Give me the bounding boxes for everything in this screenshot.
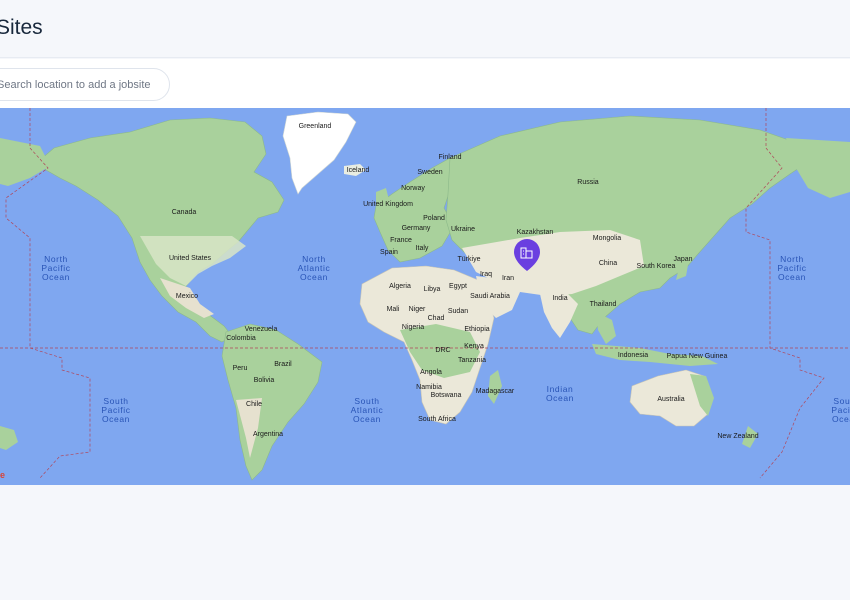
location-search[interactable] xyxy=(0,68,170,101)
country-label: Iran xyxy=(502,275,514,282)
ocean-label: North Atlantic Ocean xyxy=(298,254,331,282)
map-attribution-mark: e xyxy=(0,470,6,480)
country-label: Chad xyxy=(428,315,445,322)
country-label: Madagascar xyxy=(476,388,515,395)
country-label: United Kingdom xyxy=(363,201,413,208)
country-label: China xyxy=(599,260,617,267)
country-label: Kazakhstan xyxy=(517,229,554,236)
country-label: Spain xyxy=(380,249,398,256)
ocean-label: North Pacific Ocean xyxy=(41,254,70,282)
ocean-label: Indian Ocean xyxy=(546,384,574,403)
country-label: South Korea xyxy=(637,263,676,270)
country-label: Angola xyxy=(420,369,442,376)
search-toolbar xyxy=(0,59,850,108)
country-label: Russia xyxy=(577,179,599,186)
country-label: Botswana xyxy=(431,392,462,399)
country-label: Ethiopia xyxy=(464,326,489,333)
content-area-empty xyxy=(0,485,850,600)
country-label: South Africa xyxy=(418,416,456,423)
country-label: Namibia xyxy=(416,384,442,391)
country-label: Sweden xyxy=(417,169,442,176)
ocean-label: SouthPacificOcean xyxy=(101,396,130,424)
ocean-label: North Pacific Ocean xyxy=(777,254,806,282)
country-label: Sudan xyxy=(448,308,468,315)
country-label: Peru xyxy=(233,365,248,372)
ocean-label: South Atlantic Ocean xyxy=(351,396,384,424)
country-label: Germany xyxy=(402,225,431,232)
sites-page: Sites Search location to add a jobsite G… xyxy=(0,0,850,600)
country-label: New Zealand xyxy=(717,433,758,440)
country-label: Niger xyxy=(409,306,426,313)
country-label: Libya xyxy=(424,286,441,293)
country-label: Indonesia xyxy=(618,352,648,359)
country-label: India xyxy=(552,295,567,302)
country-label: Colombia xyxy=(226,335,256,342)
country-label: Australia xyxy=(657,396,684,403)
world-map[interactable]: Greenland Finland Iceland Sweden Norway Russi… xyxy=(0,108,850,485)
country-label: Thailand xyxy=(590,301,617,308)
ocean-label: SouthPacificOcean xyxy=(831,396,850,424)
country-label: Nigeria xyxy=(402,324,424,331)
location-search-input[interactable] xyxy=(0,76,165,94)
country-label: Saudi Arabia xyxy=(470,293,510,300)
country-label: Greenland xyxy=(299,123,332,130)
country-label: Argentina xyxy=(253,431,283,438)
country-label: Italy xyxy=(416,245,429,252)
country-label: DRC xyxy=(435,347,450,354)
country-label: Venezuela xyxy=(245,326,278,333)
country-label: Egypt xyxy=(449,283,467,290)
country-label: Mali xyxy=(387,306,400,313)
country-label: Tanzania xyxy=(458,357,486,364)
country-label: Bolivia xyxy=(254,377,275,384)
country-label: United States xyxy=(169,255,212,262)
country-label: Brazil xyxy=(274,361,292,368)
country-label: Mexico xyxy=(176,293,198,300)
country-label: France xyxy=(390,237,412,244)
country-label: Canada xyxy=(172,209,197,216)
country-label: Chile xyxy=(246,401,262,408)
country-label: Ukraine xyxy=(451,226,475,233)
map-canvas[interactable]: Greenland Finland Iceland Sweden Norway Russi… xyxy=(0,108,850,485)
country-label: Poland xyxy=(423,215,445,222)
country-label: Mongolia xyxy=(593,235,622,242)
page-header: Sites xyxy=(0,0,850,58)
country-label: Kenya xyxy=(464,343,484,350)
country-label: Finland xyxy=(439,154,462,161)
page-title: Sites xyxy=(0,16,43,39)
country-label: Japan xyxy=(673,256,692,263)
country-label: Iraq xyxy=(480,271,492,278)
country-label: Algeria xyxy=(389,283,411,290)
country-label: Papua New Guinea xyxy=(667,353,728,360)
country-label: Türkiye xyxy=(458,256,481,263)
country-label: Norway xyxy=(401,185,425,192)
country-label: Iceland xyxy=(347,167,370,174)
